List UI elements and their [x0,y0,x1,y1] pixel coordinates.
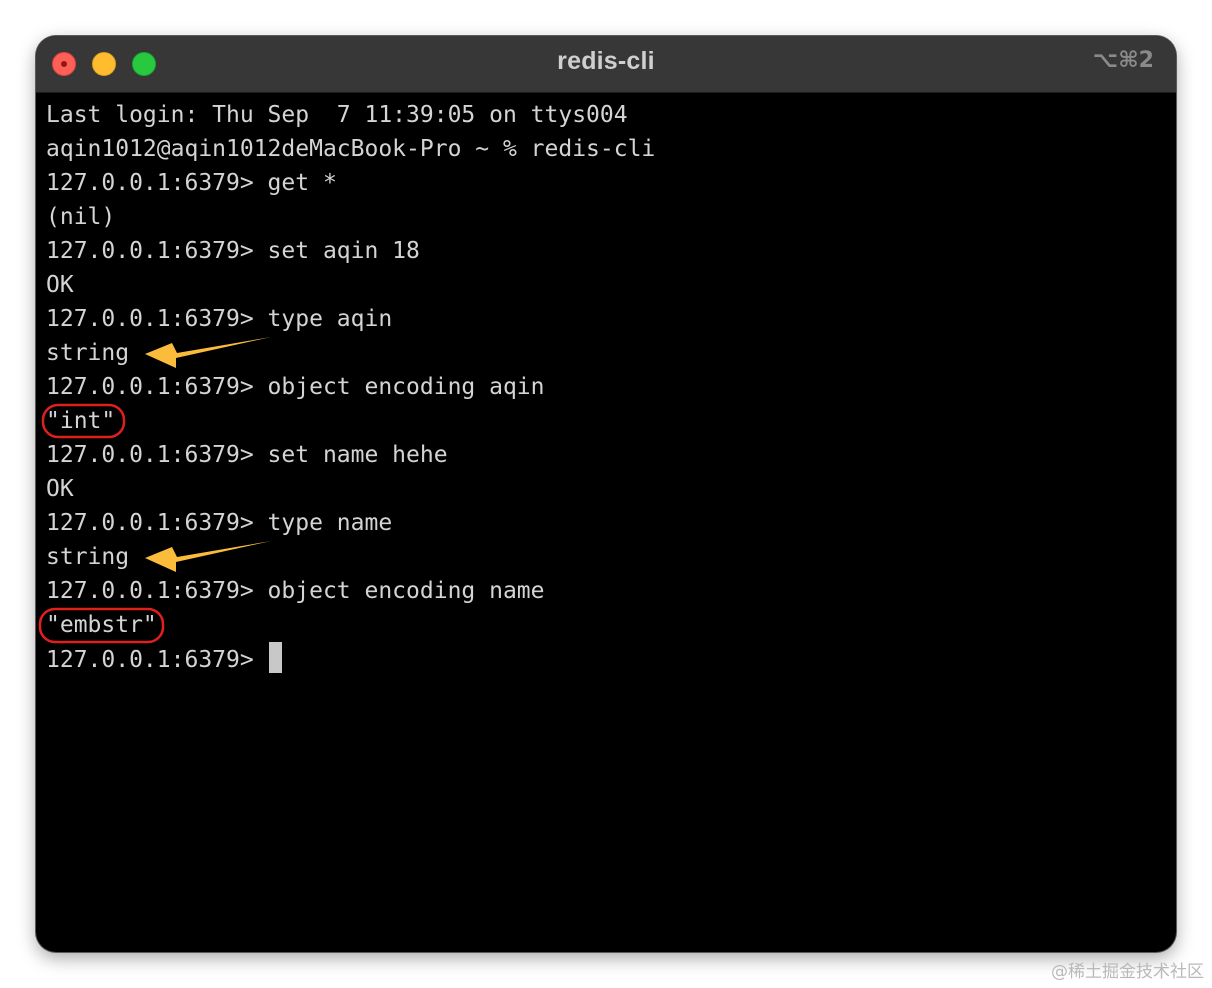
terminal-line-set-name: 127.0.0.1:6379> set name hehe [46,442,448,468]
terminal-line-embstr: "embstr" [46,612,157,638]
terminal-line-type-aqin: 127.0.0.1:6379> type aqin [46,306,393,332]
terminal-line-encoding-name: 127.0.0.1:6379> object encoding name [46,578,545,604]
terminal-line-last-login: Last login: Thu Sep 7 11:39:05 on ttys00… [46,102,628,128]
terminal-line-get: 127.0.0.1:6379> get * [46,170,337,196]
terminal-line-encoding-aqin: 127.0.0.1:6379> object encoding aqin [46,374,545,400]
terminal-line-string-2: string [46,544,130,570]
terminal-line-string-1: string [46,340,130,366]
current-prompt-text: 127.0.0.1:6379> [46,647,268,673]
text-cursor [268,642,282,673]
terminal-line-ok-1: OK [46,272,74,298]
terminal-line-current-prompt[interactable]: 127.0.0.1:6379> [46,642,1166,676]
terminal-line-set-aqin: 127.0.0.1:6379> set aqin 18 [46,238,420,264]
terminal-output[interactable]: Last login: Thu Sep 7 11:39:05 on ttys00… [46,98,1166,952]
title-bar[interactable]: redis-cli ⌥⌘2 [36,36,1176,93]
terminal-line-int: "int" [46,408,116,434]
terminal-line-ok-2: OK [46,476,74,502]
watermark: @稀土掘金技术社区 [1051,962,1204,982]
terminal-line-shell-prompt: aqin1012@aqin1012deMacBook-Pro ~ % redis… [46,136,656,162]
window-title: redis-cli [557,47,655,75]
terminal-line-type-name: 127.0.0.1:6379> type name [46,510,393,536]
terminal-window: redis-cli ⌥⌘2 Last login: Thu Sep 7 11:3… [36,36,1176,952]
shortcut-indicator: ⌥⌘2 [1092,48,1154,73]
terminal-line-nil: (nil) [46,204,116,230]
